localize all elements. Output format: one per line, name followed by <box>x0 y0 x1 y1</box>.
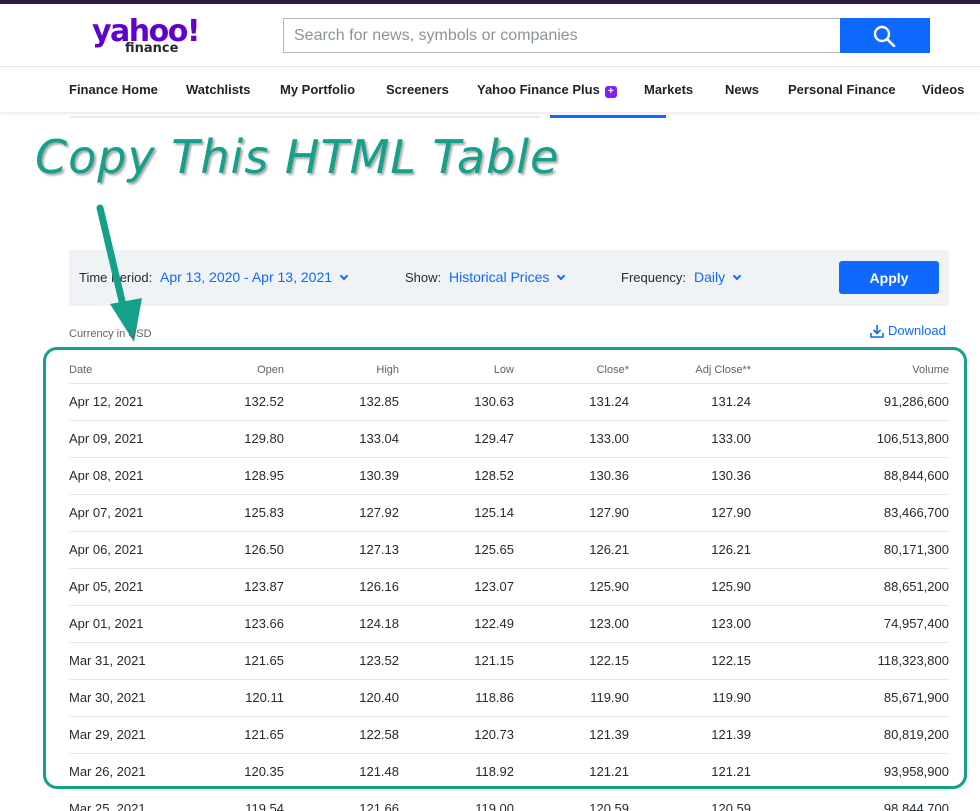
currency-note: Currency in USD <box>69 328 152 340</box>
search-button[interactable] <box>840 18 930 53</box>
cell-volume: 98,844,700 <box>751 790 949 811</box>
chevron-down-icon <box>732 271 742 281</box>
plus-badge-icon: + <box>604 86 617 98</box>
chevron-down-icon <box>557 271 566 281</box>
cell-low: 119.00 <box>399 790 514 811</box>
nav-personal-finance[interactable]: Personal Finance <box>788 82 896 97</box>
nav-divider <box>70 116 540 118</box>
show-value: Historical Prices <box>449 269 550 285</box>
cell-close: 120.59 <box>514 790 629 811</box>
site-header: yahoo! finance <box>0 4 980 66</box>
cell-open: 119.54 <box>170 790 284 811</box>
yahoo-finance-logo[interactable]: yahoo! finance <box>92 16 201 60</box>
nav-yahoo-finance-plus-label: Yahoo Finance Plus <box>477 82 600 97</box>
nav-news[interactable]: News <box>725 82 759 97</box>
nav-screeners[interactable]: Screeners <box>386 82 449 97</box>
search-input[interactable] <box>283 18 841 53</box>
cell-date: Mar 25, 2021 <box>69 790 170 811</box>
chevron-down-icon <box>339 271 349 281</box>
nav-watchlists[interactable]: Watchlists <box>186 82 251 97</box>
cell-high: 121.66 <box>284 790 399 811</box>
apply-button[interactable]: Apply <box>839 261 939 294</box>
filter-bar: Time Period: Apr 13, 2020 - Apr 13, 2021… <box>69 250 949 306</box>
nav-yahoo-finance-plus[interactable]: Yahoo Finance Plus + <box>477 82 617 98</box>
nav-active-indicator <box>550 115 666 118</box>
search-bar <box>283 18 930 53</box>
search-icon <box>873 25 896 47</box>
show-label: Show: <box>405 270 442 285</box>
annotation-title: Copy This HTML Table <box>35 130 560 184</box>
annotation-highlight-box <box>43 347 967 789</box>
frequency-label: Frequency: <box>621 270 687 285</box>
frequency-value: Daily <box>694 269 726 285</box>
download-label: Download <box>888 323 946 338</box>
table-row: Mar 25, 2021 119.54 121.66 119.00 120.59 120.… <box>69 790 949 811</box>
nav-videos[interactable]: Videos <box>922 82 964 97</box>
time-period-value: Apr 13, 2020 - Apr 13, 2021 <box>160 269 333 285</box>
time-period-dropdown[interactable]: Apr 13, 2020 - Apr 13, 2021 <box>160 269 349 285</box>
main-nav: Finance Home Watchlists My Portfolio Scr… <box>0 66 980 112</box>
nav-my-portfolio[interactable]: My Portfolio <box>280 82 355 97</box>
nav-finance-home[interactable]: Finance Home <box>69 82 158 97</box>
frequency-dropdown[interactable]: Daily <box>694 269 742 285</box>
nav-markets[interactable]: Markets <box>644 82 693 97</box>
logo-subtitle: finance <box>125 41 179 56</box>
show-dropdown[interactable]: Historical Prices <box>449 269 566 285</box>
download-icon <box>870 325 884 338</box>
cell-adj-close: 120.59 <box>629 790 751 811</box>
download-link[interactable]: Download <box>870 323 946 338</box>
